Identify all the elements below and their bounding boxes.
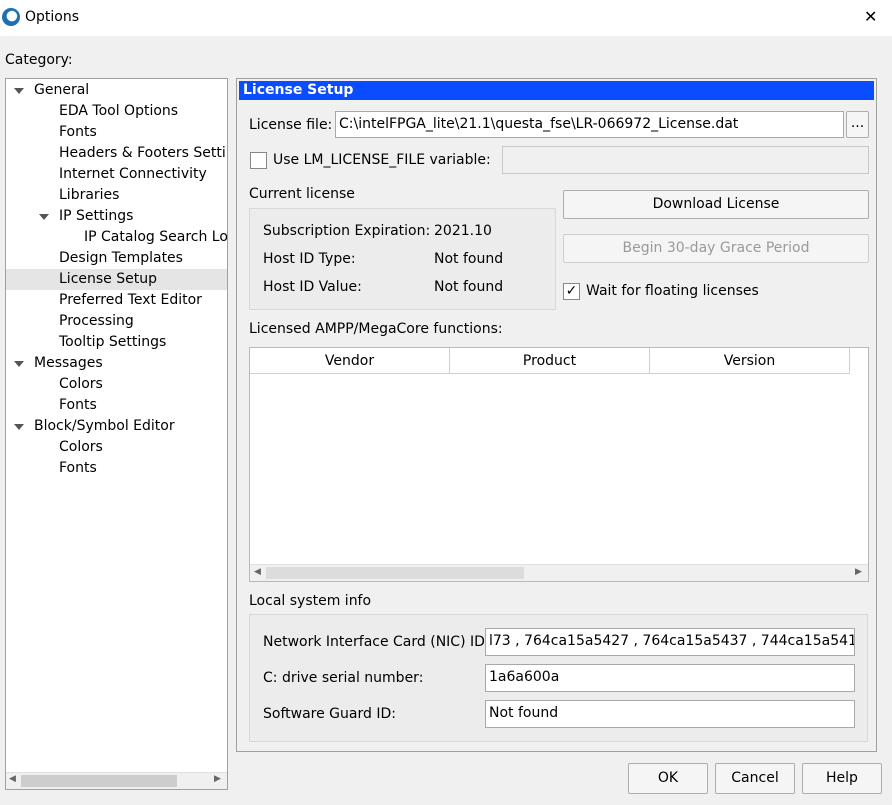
functions-table[interactable]: Vendor Product Version ◀ ▶ xyxy=(249,347,869,582)
tree-item[interactable]: Fonts xyxy=(6,395,227,416)
column-header-vendor[interactable]: Vendor xyxy=(250,348,450,374)
tree-item-label: Preferred Text Editor xyxy=(59,292,202,308)
tree-item[interactable]: Processing xyxy=(6,311,227,332)
software-guard-field[interactable]: Not found xyxy=(485,700,855,728)
tree-item-label: Design Templates xyxy=(59,250,183,266)
scroll-thumb[interactable] xyxy=(21,775,177,787)
tree-item[interactable]: Messages xyxy=(6,353,227,374)
column-header-product[interactable]: Product xyxy=(450,348,650,374)
use-lm-license-label: Use LM_LICENSE_FILE variable: xyxy=(273,152,491,168)
use-lm-license-checkbox[interactable] xyxy=(250,152,267,169)
tree-item[interactable]: Colors xyxy=(6,374,227,395)
license-file-input[interactable]: C:\intelFPGA_lite\21.1\questa_fse\LR-066… xyxy=(335,111,844,138)
expand-arrow-icon[interactable] xyxy=(14,361,24,367)
tree-item[interactable]: Libraries xyxy=(6,185,227,206)
tree-item-label: Internet Connectivity xyxy=(59,166,207,182)
tree-item-label: Fonts xyxy=(59,124,97,140)
host-id-value-value: Not found xyxy=(434,279,504,295)
tree-item[interactable]: License Setup xyxy=(6,269,227,290)
host-id-type-label: Host ID Type: xyxy=(263,251,356,267)
table-horizontal-scrollbar[interactable]: ◀ ▶ xyxy=(250,564,868,581)
license-file-label: License file: xyxy=(249,117,333,133)
tree-item[interactable]: Headers & Footers Settings xyxy=(6,143,227,164)
functions-label: Licensed AMPP/MegaCore functions: xyxy=(249,321,503,337)
tree-horizontal-scrollbar[interactable]: ◀ ▶ xyxy=(6,772,227,789)
current-license-label: Current license xyxy=(249,186,355,202)
wait-floating-label: Wait for floating licenses xyxy=(586,283,759,299)
nic-id-field[interactable]: l73 , 764ca15a5427 , 764ca15a5437 , 744c… xyxy=(485,628,855,656)
scroll-thumb[interactable] xyxy=(266,567,524,579)
tree-item-label: Tooltip Settings xyxy=(59,334,167,350)
tree-item[interactable]: Tooltip Settings xyxy=(6,332,227,353)
title-bar: Options ✕ xyxy=(0,0,892,36)
scroll-right-icon[interactable]: ▶ xyxy=(855,567,862,577)
tree-item-label: Messages xyxy=(34,355,103,371)
nic-id-label: Network Interface Card (NIC) ID: xyxy=(263,634,490,650)
drive-serial-label: C: drive serial number: xyxy=(263,670,424,686)
download-license-button[interactable]: Download License xyxy=(563,190,869,219)
help-button[interactable]: Help xyxy=(802,763,882,794)
software-guard-label: Software Guard ID: xyxy=(263,706,396,722)
scroll-left-icon[interactable]: ◀ xyxy=(254,567,261,577)
expand-arrow-icon[interactable] xyxy=(14,424,24,430)
drive-serial-field[interactable]: 1a6a600a xyxy=(485,664,855,692)
tree-item[interactable]: Internet Connectivity xyxy=(6,164,227,185)
expand-arrow-icon[interactable] xyxy=(39,214,49,220)
tree-item[interactable]: Fonts xyxy=(6,458,227,479)
tree-item[interactable]: IP Catalog Search Locations xyxy=(6,227,227,248)
wait-floating-checkbox[interactable]: ✓ xyxy=(563,283,580,300)
tree-item-label: IP Catalog Search Locations xyxy=(84,229,227,245)
host-id-type-value: Not found xyxy=(434,251,504,267)
host-id-value-label: Host ID Value: xyxy=(263,279,362,295)
tree-item-label: Block/Symbol Editor xyxy=(34,418,175,434)
app-icon xyxy=(2,8,20,26)
tree-item[interactable]: IP Settings xyxy=(6,206,227,227)
tree-item-label: License Setup xyxy=(59,271,157,287)
ok-button[interactable]: OK xyxy=(628,763,708,794)
scroll-left-icon[interactable]: ◀ xyxy=(9,774,16,784)
tree-item[interactable]: Block/Symbol Editor xyxy=(6,416,227,437)
local-system-info-label: Local system info xyxy=(249,593,372,609)
tree-item[interactable]: EDA Tool Options xyxy=(6,101,227,122)
tree-item-label: Colors xyxy=(59,439,103,455)
subscription-expiration-label: Subscription Expiration: xyxy=(263,223,431,239)
scroll-right-icon[interactable]: ▶ xyxy=(214,774,221,784)
tree-item[interactable]: Colors xyxy=(6,437,227,458)
panel-title: License Setup xyxy=(239,81,874,100)
grace-period-button: Begin 30-day Grace Period xyxy=(563,234,869,263)
tree-item-label: Headers & Footers Settings xyxy=(59,145,227,161)
window-title: Options xyxy=(25,9,80,25)
tree-item[interactable]: General xyxy=(6,80,227,101)
tree-item-label: IP Settings xyxy=(59,208,134,224)
tree-item[interactable]: Design Templates xyxy=(6,248,227,269)
subscription-expiration-value: 2021.10 xyxy=(434,223,492,239)
tree-item-label: Processing xyxy=(59,313,134,329)
close-icon[interactable]: ✕ xyxy=(864,7,877,26)
tree-item-label: EDA Tool Options xyxy=(59,103,179,119)
expand-arrow-icon[interactable] xyxy=(14,88,24,94)
tree-item-label: Fonts xyxy=(59,460,97,476)
category-label: Category: xyxy=(5,52,73,68)
tree-item[interactable]: Fonts xyxy=(6,122,227,143)
browse-button[interactable]: ... xyxy=(846,111,869,138)
column-header-version[interactable]: Version xyxy=(650,348,850,374)
cancel-button[interactable]: Cancel xyxy=(715,763,795,794)
tree-item-label: General xyxy=(34,82,90,98)
tree-item[interactable]: Preferred Text Editor xyxy=(6,290,227,311)
tree-item-label: Fonts xyxy=(59,397,97,413)
tree-item-label: Colors xyxy=(59,376,103,392)
category-tree[interactable]: Fonts Colors Block/Symbol Editor Fonts Color… xyxy=(5,78,228,790)
tree-item-label: Libraries xyxy=(59,187,120,203)
lm-license-variable-input xyxy=(502,146,869,174)
